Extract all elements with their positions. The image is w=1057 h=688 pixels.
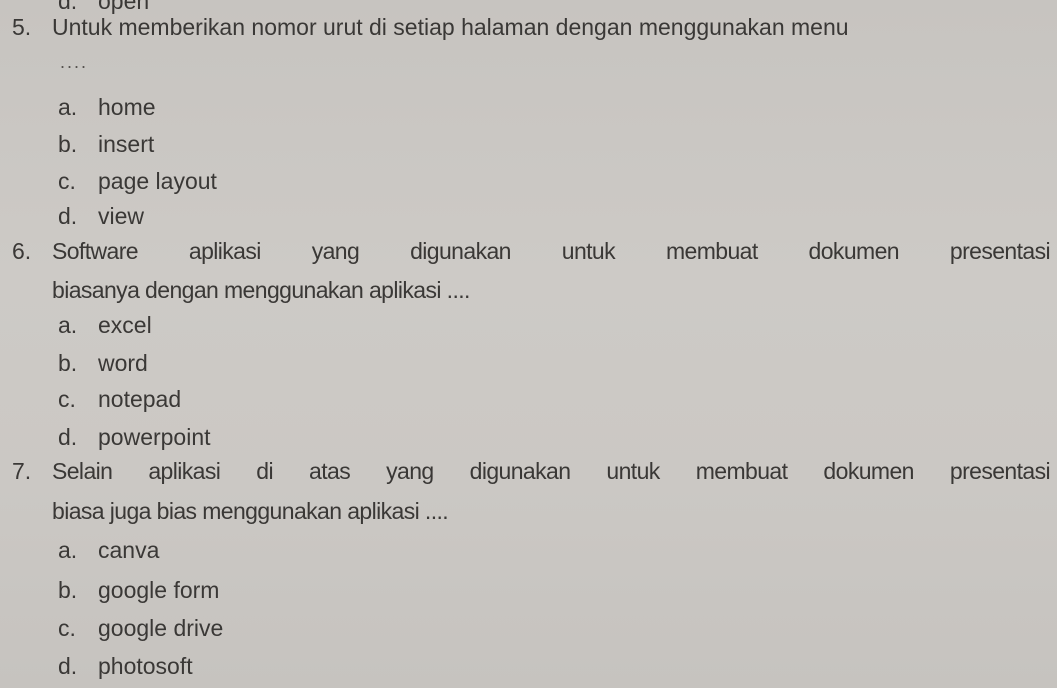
option-letter: d.	[58, 424, 78, 450]
option-d: d. view	[58, 201, 144, 231]
option-text: canva	[98, 537, 160, 563]
option-text: home	[98, 94, 156, 120]
option-text: google form	[98, 577, 220, 603]
option-a: a. canva	[58, 535, 159, 565]
option-text: insert	[98, 131, 155, 157]
option-letter: a.	[58, 312, 78, 338]
option-b: b. google form	[58, 575, 219, 605]
option-c: c. notepad	[58, 384, 181, 414]
worksheet-page: d. open 5. Untuk memberikan nomor urut di…	[0, 0, 1057, 688]
question-text-line2: biasanya dengan menggunakan aplikasi ...…	[52, 277, 470, 303]
option-a: a. excel	[58, 310, 152, 340]
question-number: 7.	[12, 458, 32, 484]
option-letter: b.	[58, 131, 78, 157]
option-a: a. home	[58, 92, 156, 122]
option-text: google drive	[98, 615, 224, 641]
question-number: 6.	[12, 238, 32, 264]
question-text-line2: ....	[60, 52, 89, 72]
question-number: 5.	[12, 14, 32, 40]
option-letter: b.	[58, 350, 78, 376]
option-letter: a.	[58, 94, 78, 120]
option-c: c. google drive	[58, 613, 223, 643]
option-letter: b.	[58, 577, 78, 603]
option-letter: c.	[58, 168, 76, 194]
option-letter: d.	[58, 653, 78, 679]
option-text: view	[98, 203, 145, 229]
option-b: b. word	[58, 348, 148, 378]
option-b: b. insert	[58, 129, 154, 159]
question-text-line1: Untuk memberikan nomor urut di setiap ha…	[52, 14, 849, 40]
option-c: c. page layout	[58, 166, 217, 196]
option-d: d. powerpoint	[58, 422, 211, 452]
option-text: excel	[98, 312, 152, 338]
option-text: word	[98, 350, 148, 376]
option-letter: c.	[58, 386, 76, 412]
question-text-line1: Selain aplikasi di atas yang digunakan u…	[52, 458, 1051, 484]
option-text: photosoft	[98, 653, 193, 679]
option-text: page layout	[98, 168, 217, 194]
option-d: d. photosoft	[58, 651, 193, 681]
question-text-line2: biasa juga bias menggunakan aplikasi ...…	[52, 498, 449, 524]
option-letter: a.	[58, 537, 78, 563]
option-text: powerpoint	[98, 424, 211, 450]
option-letter: d.	[58, 203, 78, 229]
option-letter: c.	[58, 615, 76, 641]
question-text-line1: Software aplikasi yang digunakan untuk m…	[52, 238, 1051, 264]
option-text: notepad	[98, 386, 182, 412]
